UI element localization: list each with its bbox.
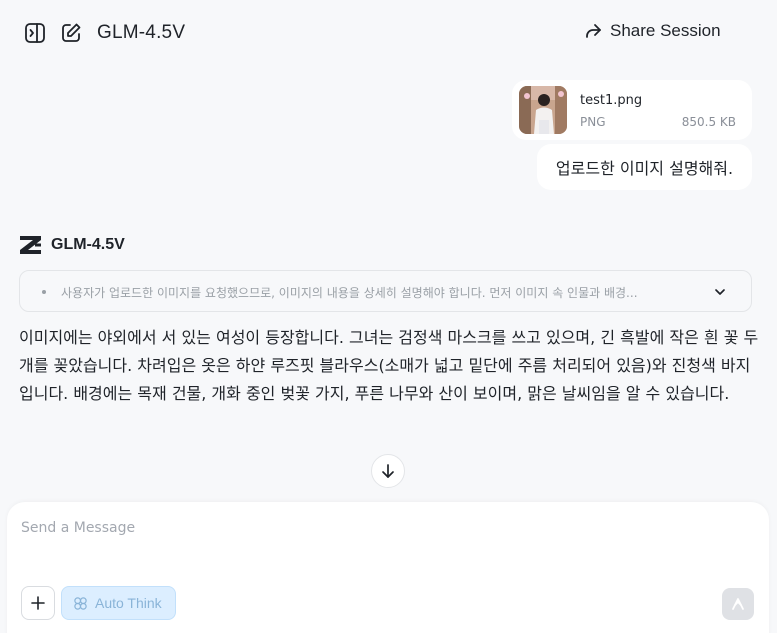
user-message-bubble: 업로드한 이미지 설명해줘.	[537, 144, 752, 190]
file-name: test1.png	[580, 93, 643, 108]
scroll-to-bottom-button[interactable]	[371, 454, 405, 488]
z-logo-icon	[20, 236, 41, 254]
auto-think-toggle[interactable]: Auto Think	[61, 586, 176, 620]
flower-icon	[74, 596, 87, 610]
header: GLM-4.5V Share Session	[0, 0, 777, 64]
message-input[interactable]	[21, 516, 711, 540]
auto-think-label: Auto Think	[95, 595, 162, 611]
send-button[interactable]	[722, 588, 754, 620]
image-thumbnail	[519, 86, 567, 134]
share-session-button[interactable]: Share Session	[584, 21, 721, 41]
assistant-model-name: GLM-4.5V	[51, 236, 125, 253]
message-composer: Auto Think	[7, 502, 769, 633]
arrow-down-icon	[382, 464, 394, 478]
edit-icon[interactable]	[58, 20, 84, 46]
user-message-text: 업로드한 이미지 설명해줘.	[555, 159, 734, 178]
assistant-answer: 이미지에는 야외에서 서 있는 여성이 등장합니다. 그녀는 검정색 마스크를 …	[19, 328, 759, 403]
chevron-down-icon[interactable]	[713, 284, 727, 303]
share-label: Share Session	[610, 21, 721, 40]
thinking-preview: 사용자가 업로드한 이미지를 요청했으므로, 이미지의 내용을 상세히 설명해야…	[61, 286, 638, 300]
page-title: GLM-4.5V	[97, 22, 186, 43]
thinking-collapse[interactable]: 사용자가 업로드한 이미지를 요청했으므로, 이미지의 내용을 상세히 설명해야…	[19, 270, 752, 312]
sidebar-toggle-icon[interactable]	[22, 20, 48, 46]
bullet-dot	[42, 290, 46, 294]
send-arrow-icon	[732, 598, 744, 610]
attachment-card[interactable]: test1.png PNG 850.5 KB	[512, 80, 752, 140]
file-size: 850.5 KB	[681, 115, 736, 129]
share-arrow-icon	[586, 24, 601, 38]
assistant-header: GLM-4.5V	[19, 235, 125, 255]
file-type: PNG	[580, 115, 606, 129]
add-attachment-button[interactable]	[21, 586, 55, 620]
plus-icon	[31, 596, 45, 610]
